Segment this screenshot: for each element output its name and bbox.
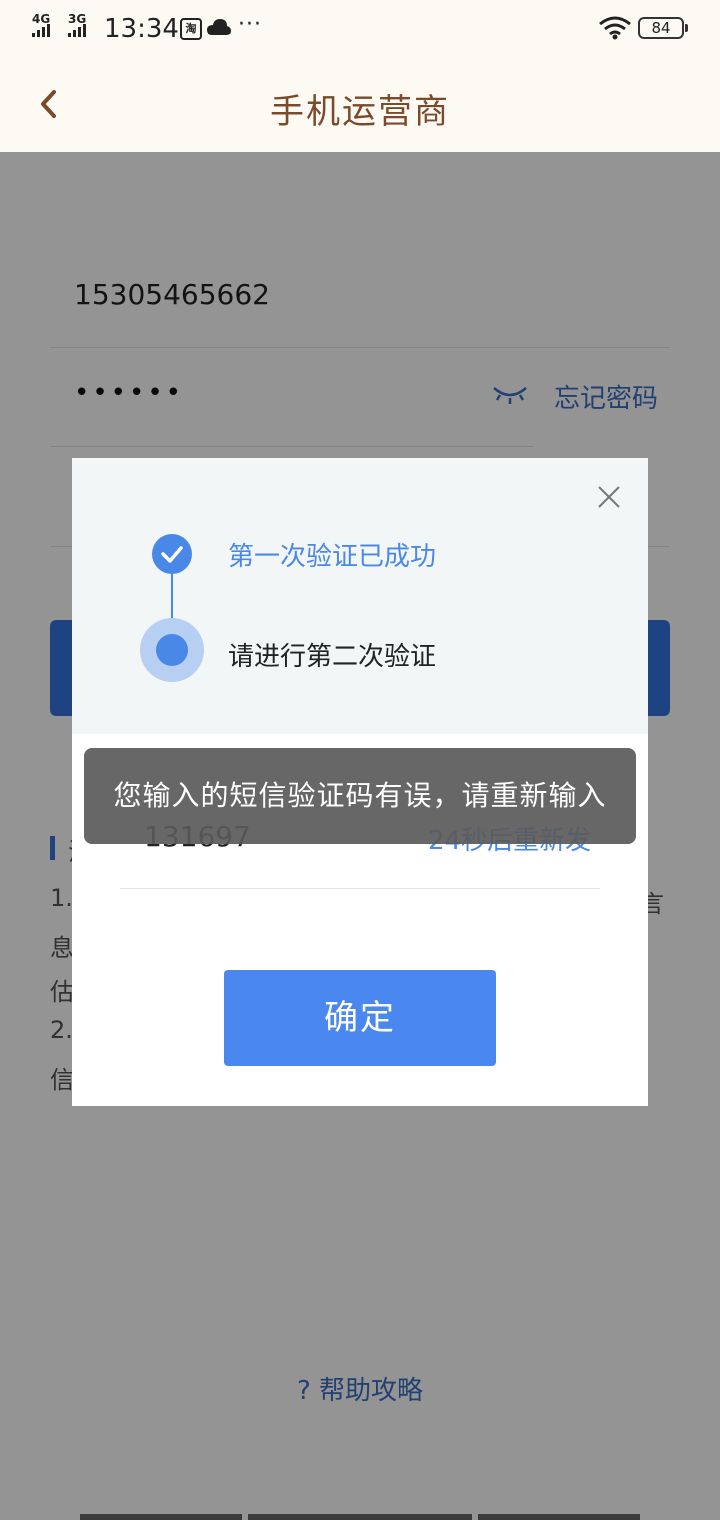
current-step-dot [156, 634, 188, 666]
battery-icon: 84 [638, 17, 688, 39]
wifi-icon [599, 16, 631, 40]
taobao-icon: 淘 [180, 18, 202, 40]
code-underline [120, 888, 600, 889]
status-bar: 4G 3G 13:34 淘 ··· 84 [0, 0, 720, 58]
step1-label: 第一次验证已成功 [228, 542, 437, 572]
step2-label: 请进行第二次验证 [228, 642, 437, 672]
cloud-icon [207, 19, 231, 35]
check-icon [152, 534, 192, 574]
confirm-button[interactable]: 确定 [224, 970, 496, 1066]
nav-bar: 手机运营商 [0, 58, 720, 152]
verification-steps: 第一次验证已成功 请进行第二次验证 [72, 458, 648, 734]
more-notifications-icon: ··· [238, 12, 262, 37]
clock: 13:34 [104, 14, 179, 44]
error-toast: 您输入的短信验证码有误，请重新输入 [84, 748, 636, 844]
close-icon[interactable] [594, 482, 624, 512]
signal-icon [32, 24, 50, 37]
signal-icon [68, 24, 86, 37]
page-title: 手机运营商 [270, 92, 450, 132]
